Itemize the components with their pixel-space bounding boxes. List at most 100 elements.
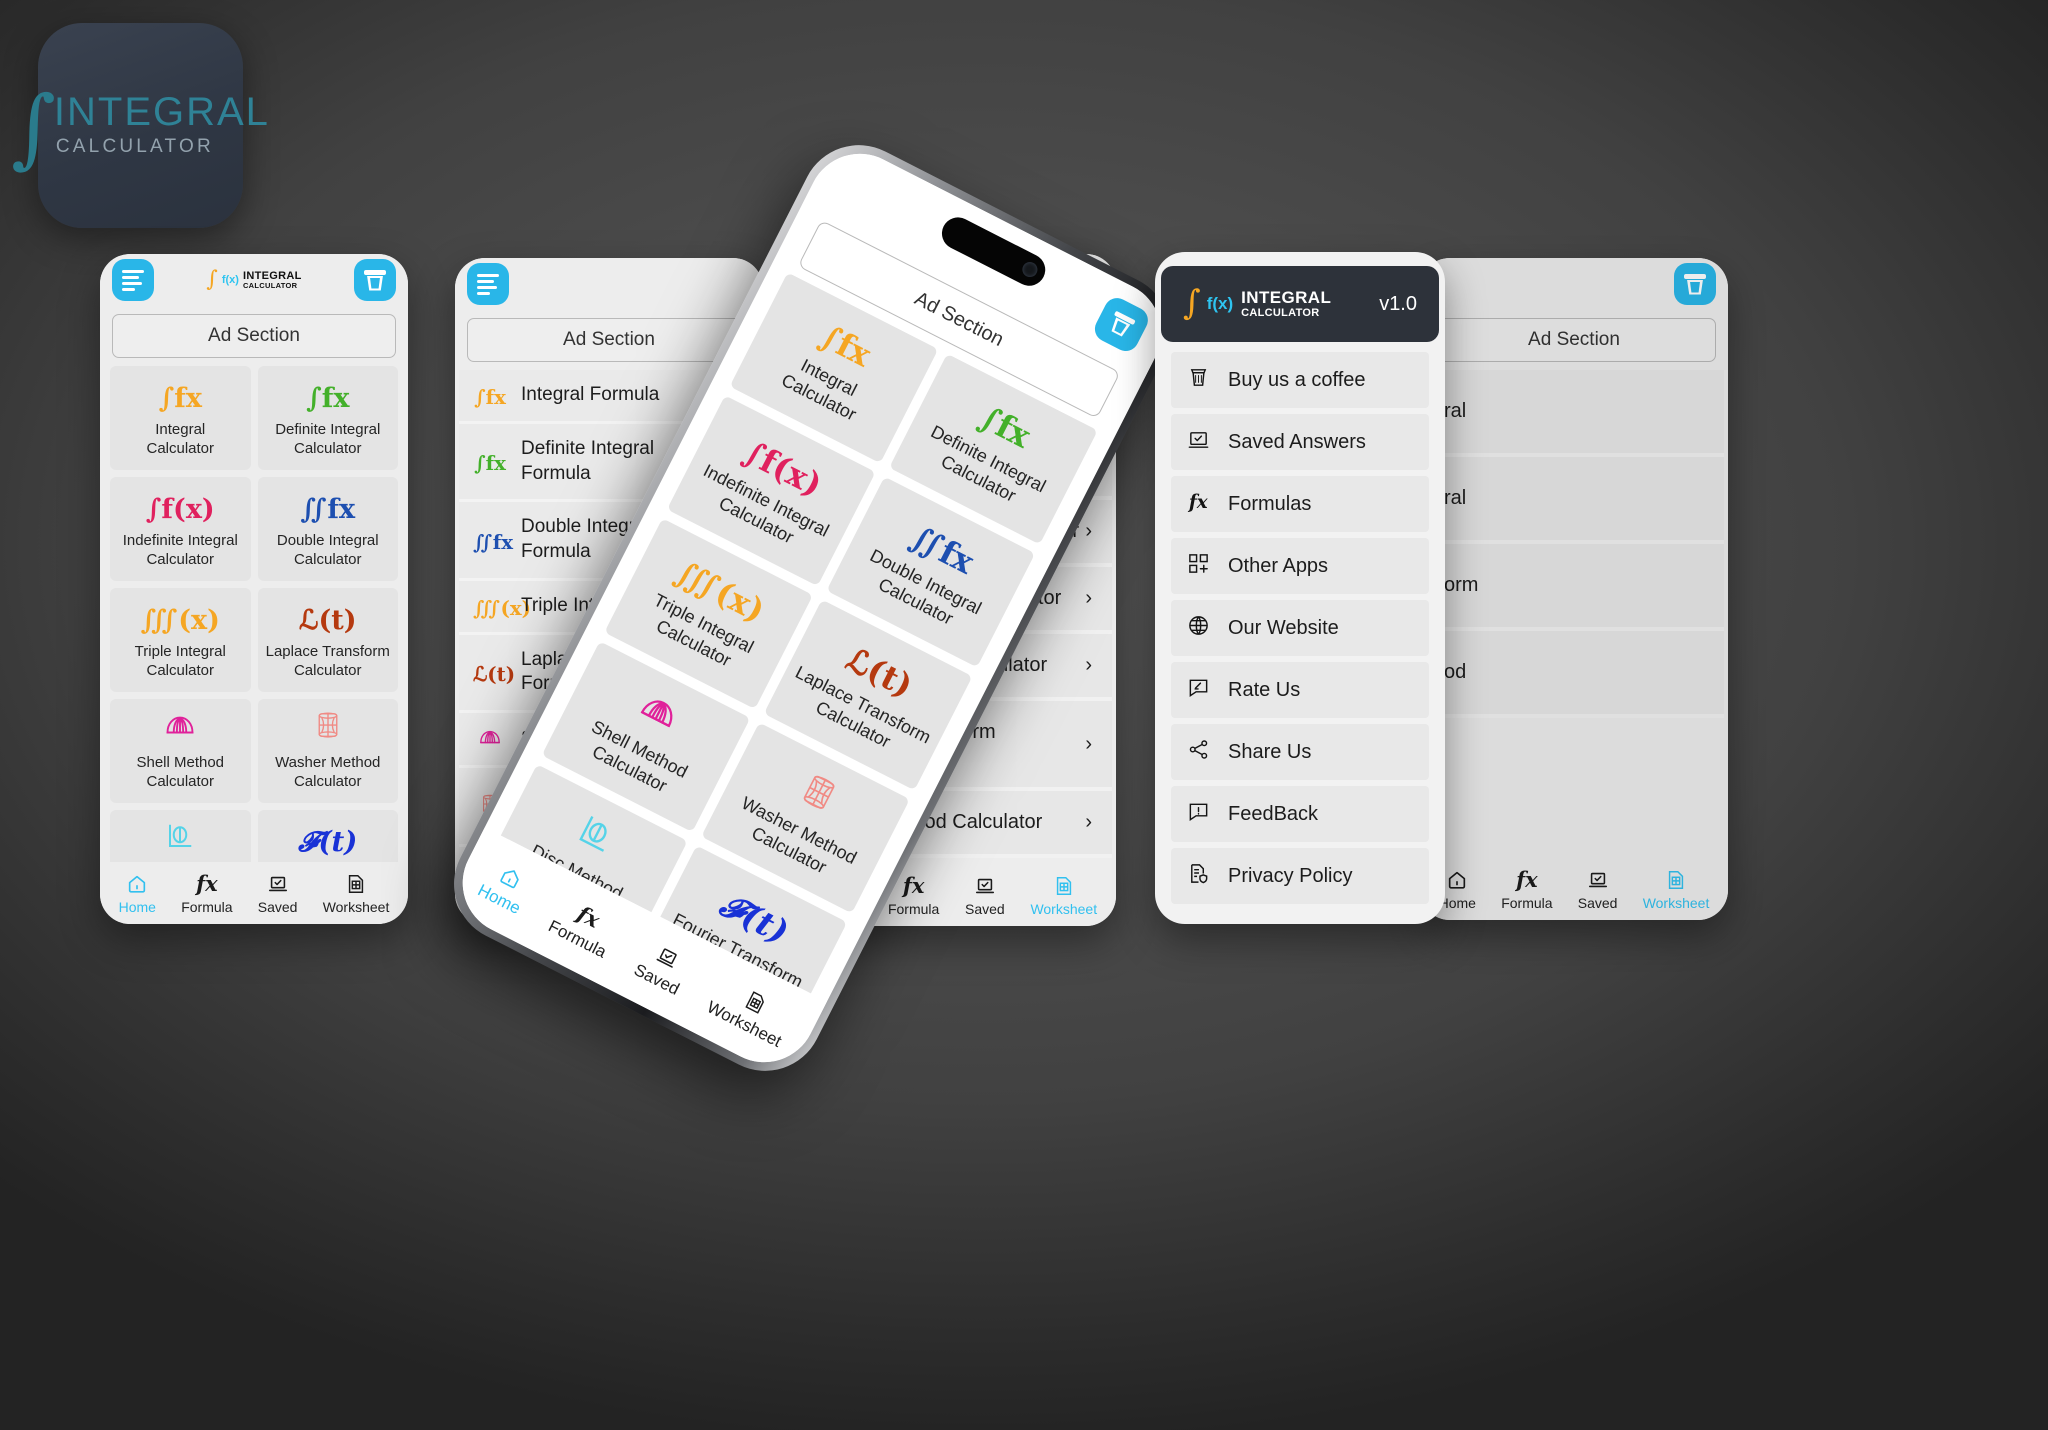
phone-drawer-screen: ∫ f(x) INTEGRAL CALCULATOR v1.0 Buy us a… xyxy=(1155,252,1445,924)
ad-section: Ad Section xyxy=(1432,318,1716,362)
calculator-card[interactable]: ∫f(x) Indefinite Integral Calculator xyxy=(110,477,251,581)
nav-item-home[interactable]: Home xyxy=(475,856,537,918)
calculator-card-label: Laplace Transform Calculator xyxy=(265,643,390,679)
chevron-right-icon: › xyxy=(1085,732,1092,755)
drawer-item-buy-us-a-coffee[interactable]: Buy us a coffee xyxy=(1171,352,1429,408)
drawer-item-our-website[interactable]: Our Website xyxy=(1171,600,1429,656)
buy-coffee-button[interactable] xyxy=(354,259,396,301)
integral-glyph: ∫ xyxy=(11,78,56,179)
calculator-card[interactable]: ℒ(t) Laplace Transform Calculator xyxy=(257,588,398,692)
∫fx-icon: ∫fx xyxy=(474,385,506,409)
nav-item-home[interactable]: Home xyxy=(119,872,156,915)
∫fx-icon: ∫fx xyxy=(474,451,506,476)
calculator-card-label: Shell Method Calculator xyxy=(136,754,225,790)
calculator-card[interactable]: ∫fx Definite Integral Calculator xyxy=(257,366,398,470)
fx-mark: f(x) xyxy=(221,274,239,286)
coffee-cup-icon xyxy=(364,269,386,291)
ℒ(t)-icon: ℒ(t) xyxy=(299,605,357,637)
feedback-chat-icon xyxy=(1187,800,1210,829)
drawer-item-privacy-policy[interactable]: Privacy Policy xyxy=(1171,848,1429,904)
buy-coffee-button[interactable] xyxy=(1674,263,1716,305)
apps-grid-plus-icon xyxy=(1187,552,1210,581)
drawer-item-label: Share Us xyxy=(1228,740,1312,763)
fx-mark: f(x) xyxy=(1206,294,1234,313)
nav-item-saved[interactable]: Saved xyxy=(257,872,298,915)
drawer-item-label: Rate Us xyxy=(1228,678,1301,701)
calculator-card-label: Double Integral Calculator xyxy=(276,532,379,568)
calculator-card[interactable]: 𝓕(t) Fourier TransformCalculator xyxy=(257,810,398,862)
shell-icon xyxy=(632,686,683,740)
partial-list-item[interactable]: od xyxy=(1424,631,1724,718)
coffee-cup-icon xyxy=(1187,366,1210,395)
nav-item-worksheet[interactable]: Worksheet xyxy=(322,872,390,915)
nav-item-label: Saved xyxy=(257,898,298,915)
drawer-item-label: Buy us a coffee xyxy=(1228,368,1366,391)
app-icon-subtitle: CALCULATOR xyxy=(55,136,214,158)
calculator-card-label: Shell Method Calculator xyxy=(588,715,692,797)
calculator-card[interactable]: Shell Method Calculator xyxy=(110,699,251,803)
coffee-cup-icon xyxy=(1684,273,1706,295)
nav-item-label: Saved xyxy=(965,900,1005,917)
home-icon xyxy=(126,872,148,896)
app-icon-title: INTEGRAL xyxy=(53,90,270,135)
fx-icon: fx xyxy=(1516,867,1538,892)
formula-appbar xyxy=(455,258,763,310)
hamburger-icon xyxy=(477,273,499,295)
nav-item-worksheet[interactable]: Worksheet xyxy=(704,973,797,1052)
drawer-item-label: Saved Answers xyxy=(1228,430,1366,453)
washer-icon xyxy=(313,710,343,746)
nav-item-formula[interactable]: fx Formula xyxy=(1501,867,1552,911)
partial-item-label: ral xyxy=(1444,400,1467,422)
nav-item-label: Formula xyxy=(181,898,233,915)
disc-icon xyxy=(165,821,195,857)
calculator-card-label: Indefinite Integral Calculator xyxy=(122,532,238,568)
header-logo: ∫ f(x) INTEGRAL CALCULATOR xyxy=(206,267,301,293)
integral-glyph: ∫ xyxy=(206,267,218,293)
calculator-card-label: Washer Method Calculator xyxy=(275,754,381,790)
logo-word-integral: INTEGRAL xyxy=(1241,288,1332,307)
partial-list-item[interactable]: ral xyxy=(1424,457,1724,544)
nav-item-saved[interactable]: Saved xyxy=(1577,868,1618,911)
drawer-item-label: Formulas xyxy=(1228,492,1312,515)
nav-item-formula[interactable]: fx Formula xyxy=(181,871,233,915)
globe-icon xyxy=(1187,614,1210,643)
nav-item-saved[interactable]: Saved xyxy=(631,936,695,1000)
partial-appbar xyxy=(1420,258,1728,310)
nav-item-worksheet[interactable]: Worksheet xyxy=(1030,874,1097,917)
calculator-card-label: Definite Integral Calculator xyxy=(275,421,381,457)
shell-icon xyxy=(473,726,507,752)
partial-list-item[interactable]: ral xyxy=(1424,370,1724,457)
∫fx-icon: ∫fx xyxy=(158,383,202,415)
drawer-item-share-us[interactable]: Share Us xyxy=(1171,724,1429,780)
nav-item-worksheet[interactable]: Worksheet xyxy=(1642,868,1710,911)
menu-button[interactable] xyxy=(467,263,509,305)
calculator-card[interactable]: Washer Method Calculator xyxy=(257,699,398,803)
svg-text:fx: fx xyxy=(1187,492,1209,513)
buy-coffee-button[interactable] xyxy=(1090,293,1153,356)
drawer-item-label: FeedBack xyxy=(1228,802,1319,825)
calculator-card[interactable]: ∭(x) Triple Integral Calculator xyxy=(110,588,251,692)
worksheet-grid-icon xyxy=(1053,874,1075,898)
drawer-item-saved-answers[interactable]: Saved Answers xyxy=(1171,414,1429,470)
nav-item-label: Worksheet xyxy=(1642,894,1710,911)
calculator-card[interactable]: Disc MethodCalculator xyxy=(110,810,251,862)
nav-item-saved[interactable]: Saved xyxy=(965,874,1005,917)
drawer-item-feedback[interactable]: FeedBack xyxy=(1171,786,1429,842)
drawer-item-other-apps[interactable]: Other Apps xyxy=(1171,538,1429,594)
menu-button[interactable] xyxy=(112,259,154,301)
nav-item-label: Worksheet xyxy=(1030,900,1098,917)
nav-item-formula[interactable]: fx Formula xyxy=(545,892,622,962)
calculator-card[interactable]: ∬fx Double Integral Calculator xyxy=(257,477,398,581)
saved-laptop-icon xyxy=(974,874,996,898)
calculator-card[interactable]: ∫fx Integral Calculator xyxy=(110,366,251,470)
nav-item-label: Worksheet xyxy=(322,898,390,915)
bottom-nav: Home fx Formula Saved Worksheet xyxy=(1420,858,1728,920)
drawer-item-formulas[interactable]: fx Formulas xyxy=(1171,476,1429,532)
nav-item-label: Formula xyxy=(887,900,940,917)
nav-item-label: Saved xyxy=(1577,894,1618,911)
partial-item-label: ral xyxy=(1444,487,1467,509)
drawer-item-rate-us[interactable]: Rate Us xyxy=(1171,662,1429,718)
fx-icon: fx xyxy=(1187,490,1210,519)
drawer-item-label: Privacy Policy xyxy=(1228,864,1353,887)
partial-list-item[interactable]: orm xyxy=(1424,544,1724,631)
